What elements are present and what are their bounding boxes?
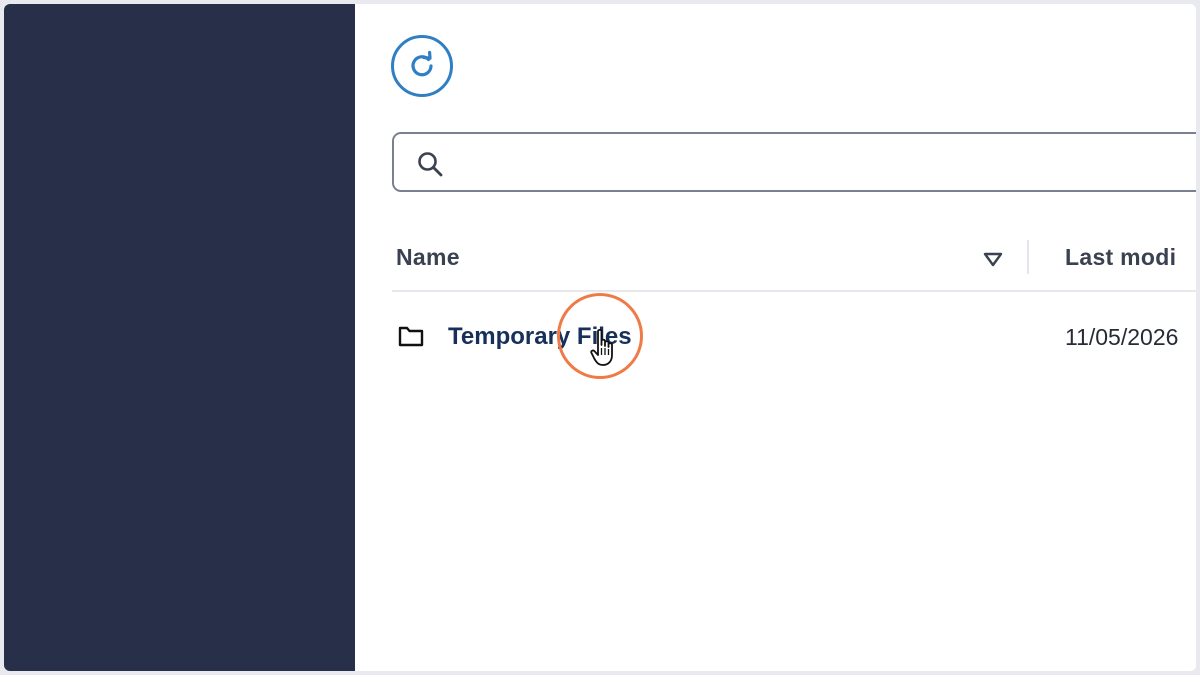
folder-icon: [398, 326, 424, 347]
sidebar: [4, 4, 355, 671]
search-box[interactable]: [392, 132, 1196, 192]
column-header-last-modified[interactable]: Last modi: [1065, 244, 1176, 271]
search-input[interactable]: [458, 142, 1196, 184]
last-modified-value: 11/05/2026: [1065, 324, 1179, 350]
file-browser-panel: Name Last modi Temporary Files 11/05/202…: [355, 4, 1196, 671]
sort-down-triangle-icon[interactable]: [982, 248, 1004, 270]
column-divider[interactable]: [1027, 240, 1029, 274]
app-window: Name Last modi Temporary Files 11/05/202…: [4, 4, 1196, 671]
column-header-name[interactable]: Name: [396, 244, 460, 271]
table-row[interactable]: Temporary Files 11/05/2026: [392, 304, 1196, 370]
table-header: Name Last modi: [392, 232, 1196, 292]
folder-name-link[interactable]: Temporary Files: [448, 323, 632, 351]
refresh-button[interactable]: [391, 35, 453, 97]
refresh-icon: [411, 50, 433, 77]
search-icon: [418, 152, 443, 177]
